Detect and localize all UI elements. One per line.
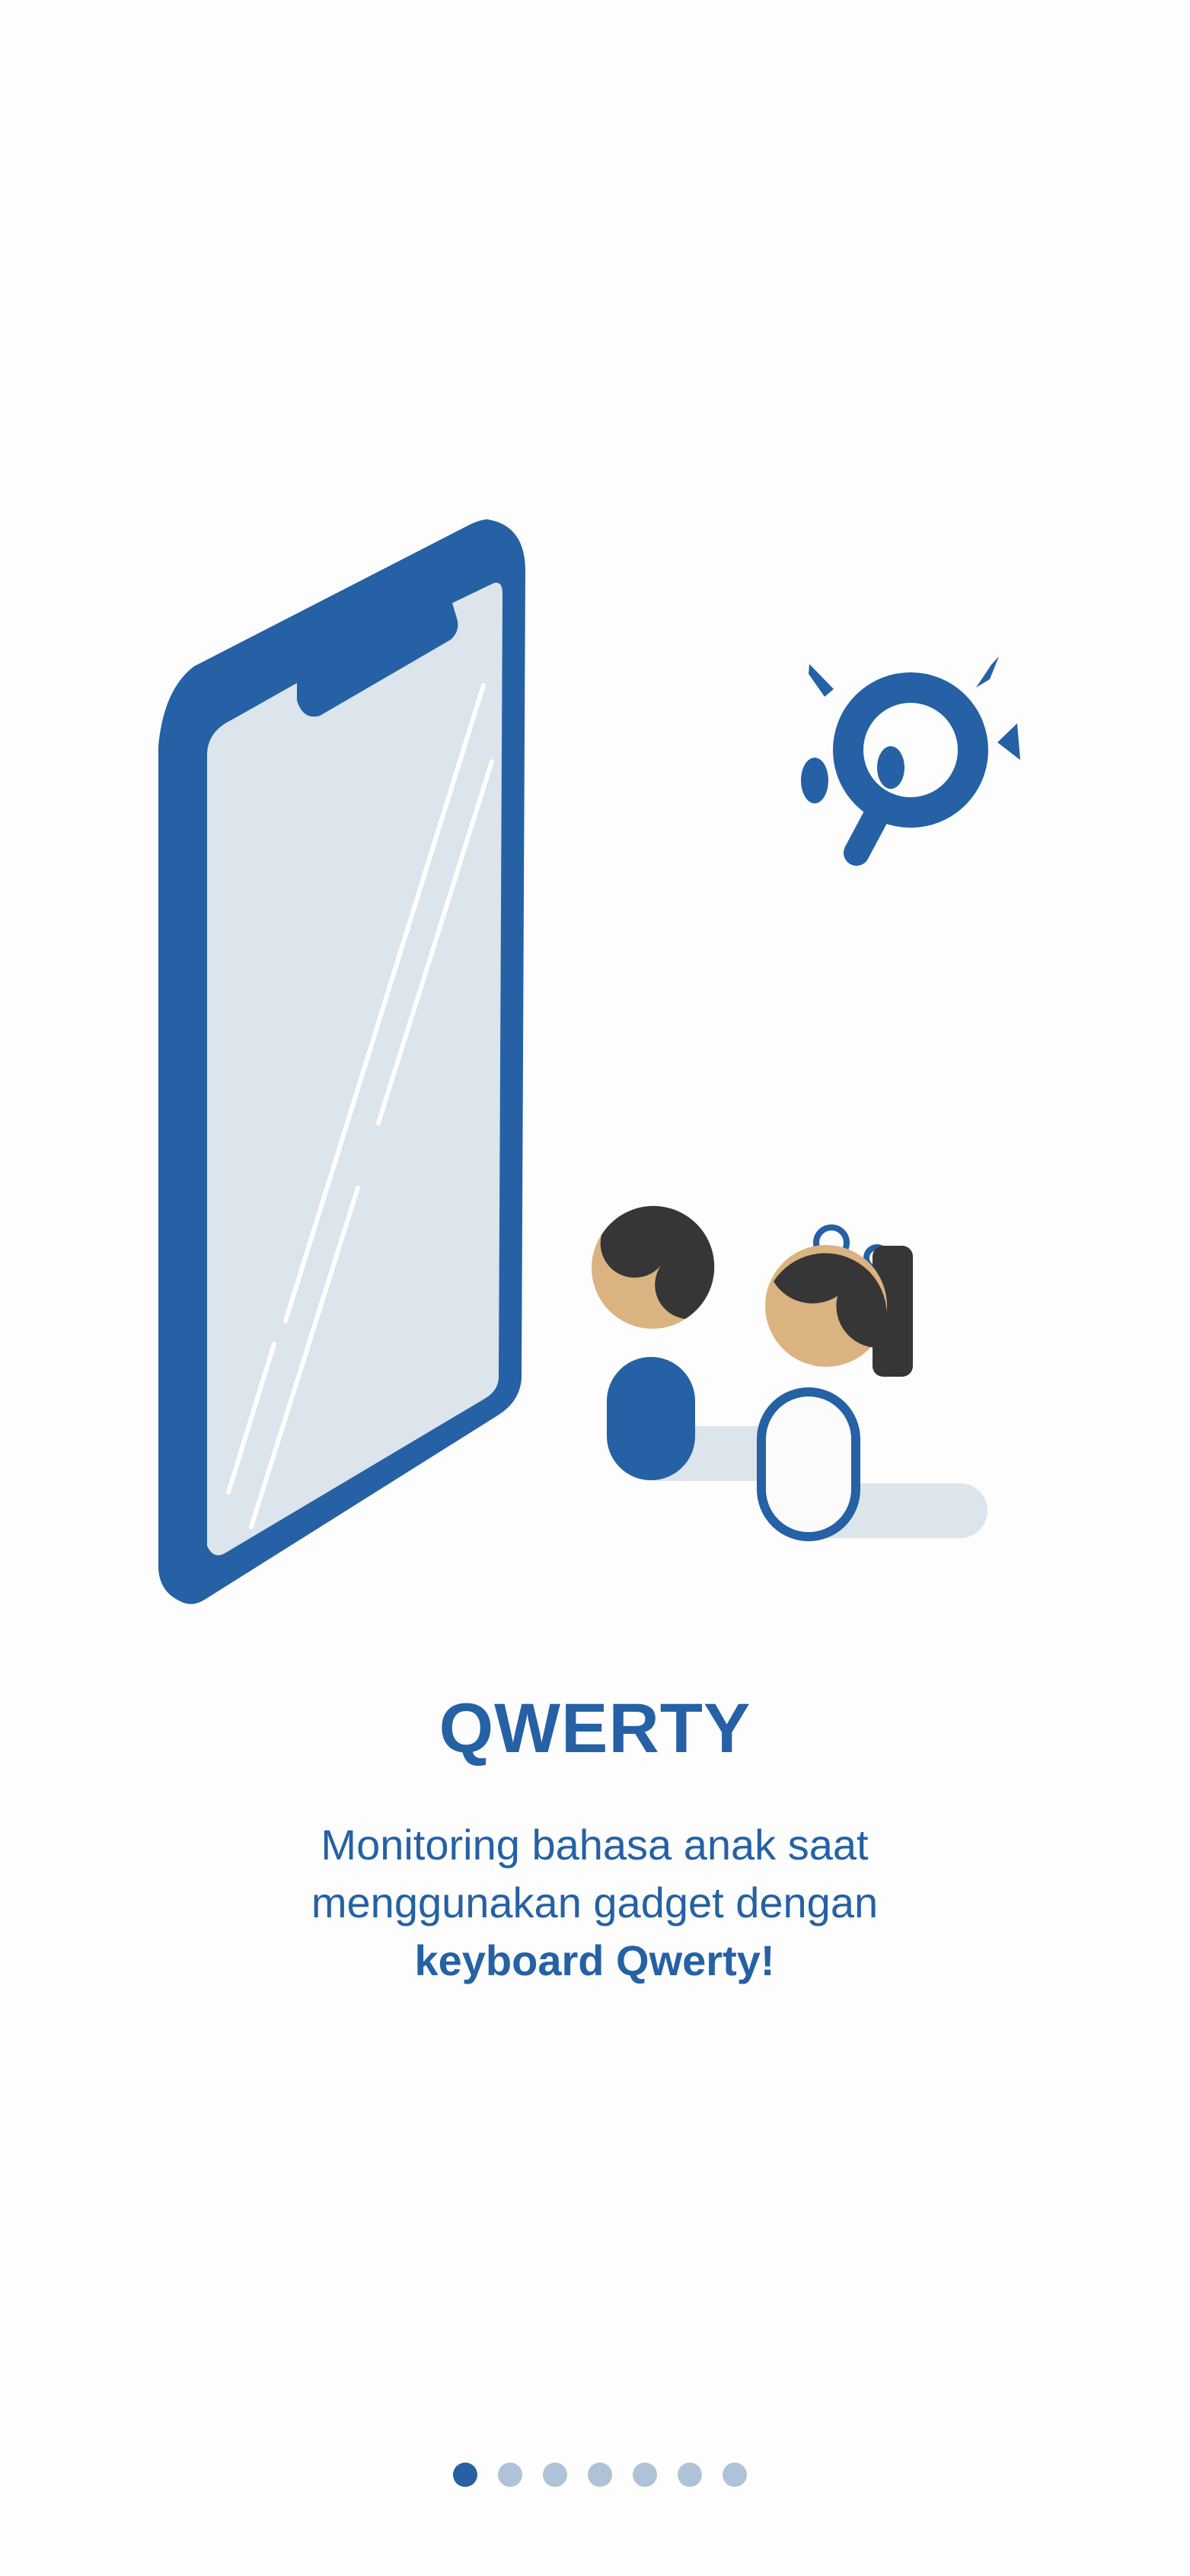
page-dot-1[interactable] — [452, 2463, 477, 2487]
page-indicator — [0, 2463, 1190, 2488]
page-dot-6[interactable] — [677, 2463, 702, 2487]
girl-body — [757, 1387, 860, 1541]
magnifier-ring — [833, 672, 988, 828]
magnifier-dot — [801, 758, 828, 803]
magnifier-spark-top — [976, 656, 999, 688]
phone-screen — [207, 583, 502, 1556]
description-line-1: Monitoring bahasa anak saat — [321, 1821, 869, 1869]
description-line-2: menggunakan gadget dengan — [311, 1879, 879, 1926]
boy-body — [607, 1357, 695, 1480]
page-dot-7[interactable] — [722, 2463, 747, 2487]
onboarding-title: QWERTY — [439, 1690, 751, 1767]
child-girl-icon — [757, 1224, 987, 1541]
page-dot-4[interactable] — [587, 2463, 612, 2487]
magnifier-pupil — [877, 746, 904, 789]
magnifier-spark-right — [997, 723, 1020, 760]
description-line-3: keyboard Qwerty! — [414, 1936, 775, 1984]
onboarding-illustration — [158, 519, 1020, 1604]
page-dot-5[interactable] — [632, 2463, 657, 2487]
smartphone-icon — [158, 519, 525, 1604]
magnifier-spark-left — [809, 664, 834, 697]
page-dot-2[interactable] — [497, 2463, 522, 2487]
onboarding-description: Monitoring bahasa anak saat menggunakan … — [214, 1816, 975, 1990]
magnifier-icon — [801, 656, 1020, 866]
page-dot-3[interactable] — [542, 2463, 567, 2487]
